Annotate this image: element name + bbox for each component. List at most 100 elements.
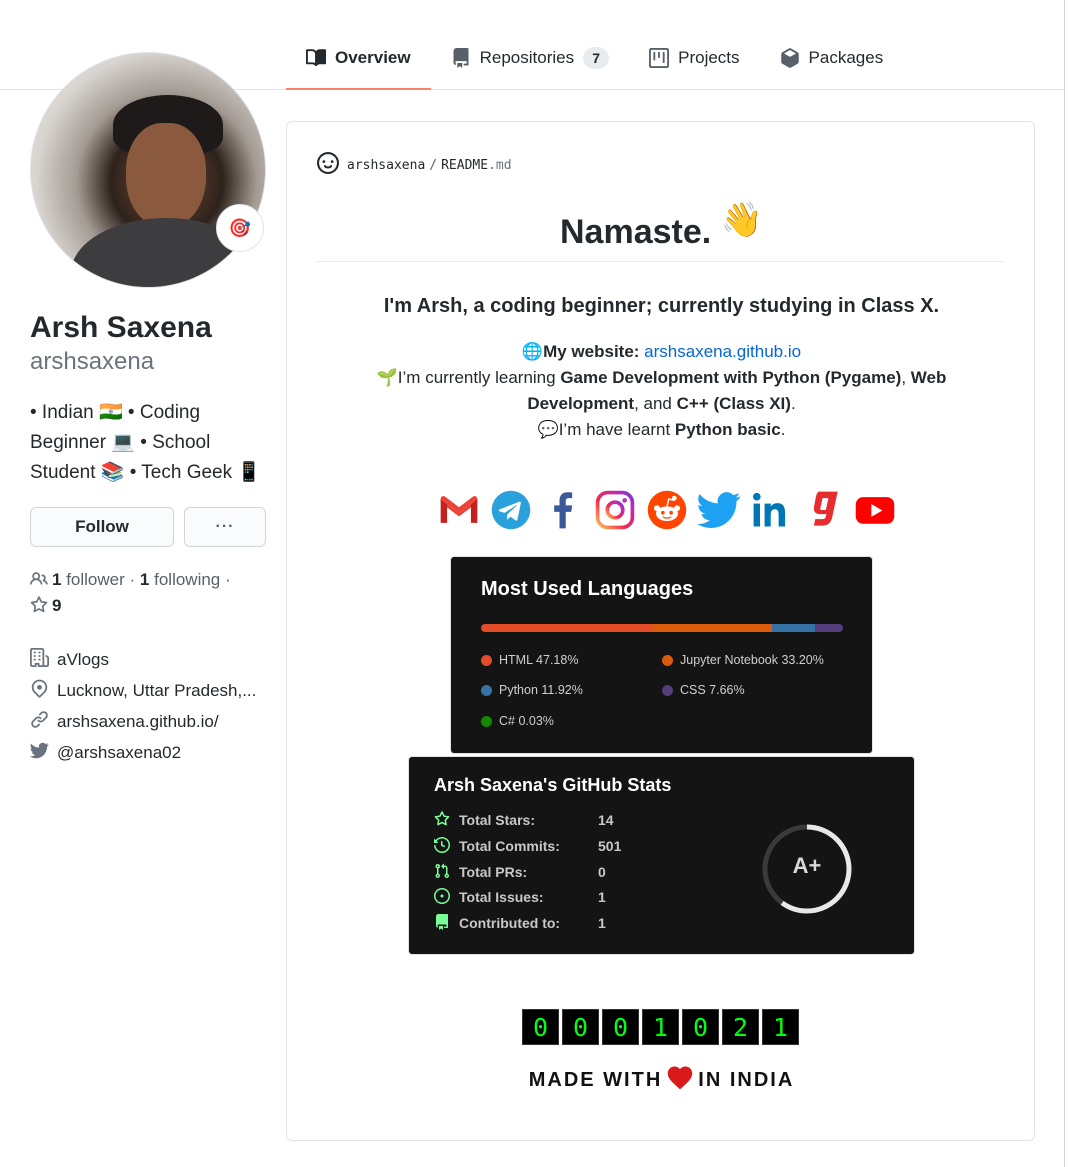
following-link[interactable]: 1 following [140,570,220,589]
organization-name: aVlogs [57,649,109,669]
heading-divider [317,261,1004,262]
followers-link[interactable]: 1 follower [52,570,125,589]
language-color-dot [662,684,673,696]
location-row: Lucknow, Uttar Pradesh,... [30,675,270,706]
twitter-handle[interactable]: @arshsaxena02 [57,743,181,763]
repo-icon [434,913,459,933]
website-row[interactable]: arshsaxena.github.io/ [30,706,270,737]
twitter-icon[interactable] [697,488,741,533]
languages-card-title: Most Used Languages [481,578,694,600]
avatar-container[interactable]: 🎯 [30,52,266,288]
star-icon [30,596,52,615]
profile-tabs: Overview Repositories 7 Projects Package… [286,28,903,90]
social-links [437,486,897,534]
tab-packages[interactable]: Packages [760,28,904,90]
location-icon [30,679,57,703]
language-legend-item: C# 0.03% [481,714,554,728]
readme-header: arshsaxena / README.md [317,152,512,178]
visitor-counter-digit: 0 [562,1009,599,1045]
repositories-count-badge: 7 [583,47,610,69]
status-badge[interactable]: 🎯 [216,204,264,252]
tab-packages-label: Packages [808,48,884,67]
target-emoji-icon: 🎯 [228,217,252,238]
visitor-counter-digit: 1 [762,1009,799,1045]
tab-overview[interactable]: Overview [286,28,431,90]
readme-owner-link[interactable]: arshsaxena [347,158,425,173]
instagram-icon[interactable] [593,488,637,533]
tab-projects[interactable]: Projects [629,28,759,90]
package-icon [780,48,809,73]
link-icon [30,710,57,734]
language-color-dot [481,654,492,666]
language-color-dot [662,654,673,666]
organization-row: aVlogs [30,644,270,675]
readme-heading: Namaste. 👋 [560,201,763,251]
avatar[interactable] [30,52,266,288]
visitor-counter: 0001021 [522,1009,799,1045]
telegram-icon[interactable] [489,488,533,533]
stat-row-contributed: Contributed to: 1 [434,912,734,934]
issue-icon [434,887,459,907]
language-bar-segment [481,624,652,632]
tab-repositories[interactable]: Repositories 7 [431,28,630,90]
stat-row-issues: Total Issues: 1 [434,886,734,908]
repo-icon [451,48,480,73]
gaana-icon[interactable] [801,488,845,533]
history-icon [434,836,459,856]
language-legend-item: HTML 47.18% [481,653,578,667]
organization-icon [30,647,57,672]
profile-username: arshsaxena [30,348,155,375]
book-icon [306,48,335,73]
gmail-icon[interactable] [437,488,481,533]
language-bar-segment [771,624,816,632]
profile-full-name: Arsh Saxena [30,311,212,344]
heart-icon [666,1064,694,1096]
tab-repositories-label: Repositories [479,48,575,67]
language-legend-item: Jupyter Notebook 33.20% [662,653,824,667]
people-icon [30,570,52,589]
pull-request-icon [434,863,459,882]
visitor-counter-digit: 0 [682,1009,719,1045]
twitter-row[interactable]: @arshsaxena02 [30,737,270,768]
follow-button[interactable]: Follow [30,507,174,547]
profile-details: aVlogs Lucknow, Uttar Pradesh,... arshsa… [30,644,270,768]
readme-filename[interactable]: README.md [441,158,511,173]
learnt-line: 💬I’m have learnt Python basic. [537,420,786,439]
language-color-dot [481,715,492,727]
smiley-icon [317,152,347,178]
visitor-counter-digit: 0 [602,1009,639,1045]
more-options-button[interactable]: ··· [184,507,266,547]
made-with-love-banner: MADE WITH IN INDIA [287,1064,1036,1096]
waving-hand-icon: 👋 [720,201,763,239]
reddit-icon[interactable] [645,488,689,533]
facebook-icon[interactable] [541,488,585,533]
visitor-counter-digit: 1 [642,1009,679,1045]
youtube-icon[interactable] [853,488,897,533]
website-line: 🌐My website: arshsaxena.github.io [521,342,802,361]
languages-bar [481,624,843,632]
language-legend-item: Python 11.92% [481,683,583,697]
tab-projects-label: Projects [678,48,740,67]
stars-link[interactable]: 9 [30,596,61,615]
linkedin-icon[interactable] [749,488,793,533]
location-text: Lucknow, Uttar Pradesh,... [57,680,257,700]
stat-row-commits: Total Commits: 501 [434,835,734,857]
website-link[interactable]: arshsaxena.github.io/ [57,712,219,732]
language-legend-item: CSS 7.66% [662,683,745,697]
readme-intro: I'm Arsh, a coding beginner; currently s… [383,295,940,317]
readme-website-link[interactable]: arshsaxena.github.io [644,342,801,361]
tab-overview-label: Overview [335,48,411,67]
language-color-dot [481,684,492,696]
language-bar-segment [815,624,843,632]
languages-card: Most Used Languages HTML 47.18% Jupyter N… [450,556,873,754]
stats-card-title: Arsh Saxena's GitHub Stats [434,775,672,795]
language-bar-segment [651,624,772,632]
profile-bio: • Indian 🇮🇳 • Coding Beginner 💻 • School… [30,402,262,483]
twitter-icon [30,741,57,765]
star-icon [434,810,459,830]
rank-grade: A+ [792,853,822,878]
learning-line: 🌱I’m currently learning Game Development… [376,368,947,413]
visitor-counter-digit: 2 [722,1009,759,1045]
stat-row-stars: Total Stars: 14 [434,809,734,831]
github-stats-card: Arsh Saxena's GitHub Stats Total Stars: 1… [408,756,915,955]
